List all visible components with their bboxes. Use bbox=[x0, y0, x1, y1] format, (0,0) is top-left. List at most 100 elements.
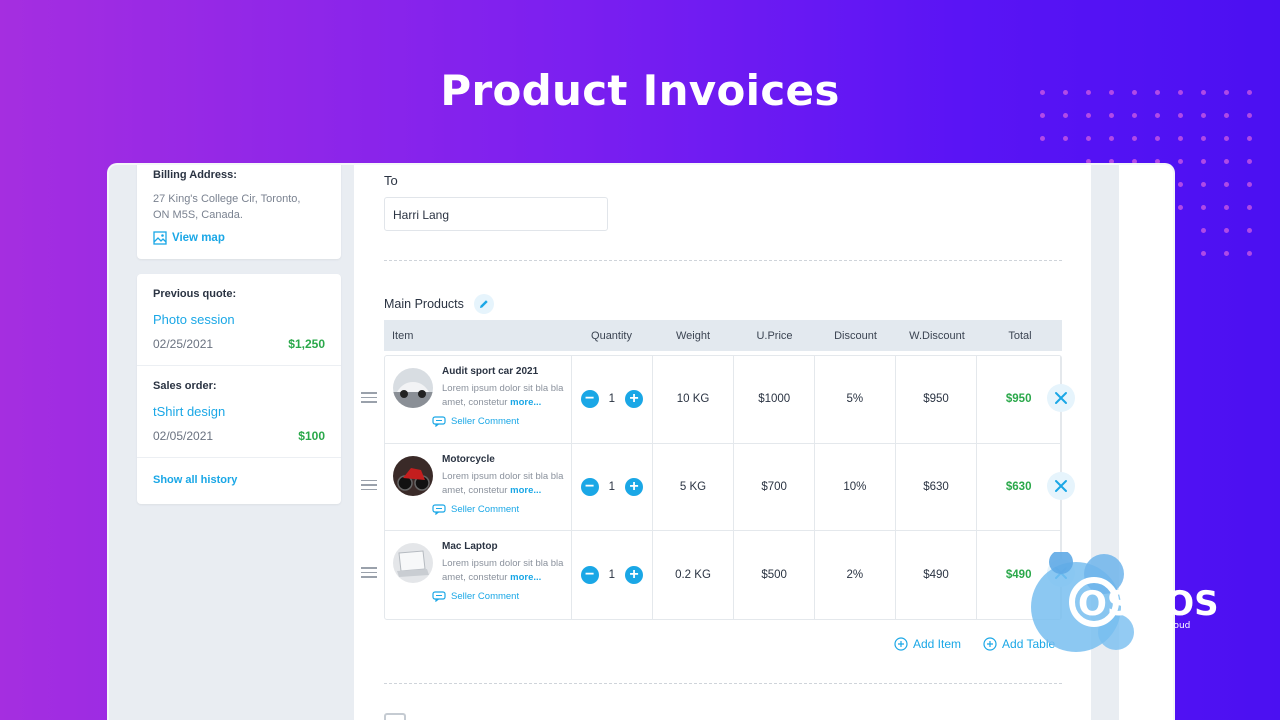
col-w-discount: W.Discount bbox=[909, 329, 965, 342]
col-discount: Discount bbox=[834, 329, 877, 342]
product-description: Lorem ipsum dolor sit bla bla amet, cons… bbox=[442, 470, 564, 496]
comment-icon bbox=[432, 416, 446, 427]
drag-handle-icon[interactable] bbox=[361, 392, 377, 406]
add-item-button[interactable]: Add Item bbox=[894, 637, 961, 651]
decorative-dot bbox=[1224, 251, 1229, 256]
previous-quote-section: Previous quote: Photo session 02/25/2021… bbox=[137, 274, 341, 366]
quantity-stepper: − 1 + bbox=[572, 531, 653, 619]
decrease-quantity-button[interactable]: − bbox=[580, 390, 599, 409]
decorative-dot bbox=[1178, 182, 1183, 187]
item-cell: Mac Laptop Lorem ipsum dolor sit bla bla… bbox=[385, 531, 572, 619]
view-map-label: View map bbox=[172, 232, 225, 244]
w-discount-cell: $490 bbox=[896, 531, 978, 619]
increase-quantity-button[interactable]: + bbox=[625, 477, 644, 496]
item-cell: Audit sport car 2021 Lorem ipsum dolor s… bbox=[385, 356, 572, 443]
to-label: To bbox=[384, 173, 398, 188]
item-cell: Motorcycle Lorem ipsum dolor sit bla bla… bbox=[385, 443, 572, 531]
products-table-header: Item Quantity Weight U.Price Discount W.… bbox=[384, 320, 1062, 351]
close-icon bbox=[1055, 392, 1067, 404]
decrease-quantity-button[interactable]: − bbox=[580, 565, 599, 584]
product-name: Mac Laptop bbox=[442, 541, 498, 553]
main-products-title: Main Products bbox=[384, 297, 464, 311]
to-input[interactable]: Harri Lang bbox=[384, 197, 608, 231]
sales-order-amount: $100 bbox=[298, 429, 325, 443]
increase-quantity-button[interactable]: + bbox=[625, 390, 644, 409]
quantity-value[interactable]: 1 bbox=[609, 569, 615, 581]
product-image-motorcycle bbox=[393, 455, 433, 496]
quantity-stepper: − 1 + bbox=[572, 443, 653, 531]
discount-cell: 2% bbox=[815, 531, 896, 619]
decorative-dot bbox=[1224, 159, 1229, 164]
product-name: Audit sport car 2021 bbox=[442, 366, 539, 377]
table-row: Motorcycle Lorem ipsum dolor sit bla bla… bbox=[361, 443, 1075, 532]
decorative-dot bbox=[1178, 205, 1183, 210]
quantity-stepper: − 1 + bbox=[572, 356, 653, 443]
seller-comment-link[interactable]: Seller Comment bbox=[432, 416, 564, 427]
sales-order-label: Sales order: bbox=[153, 380, 217, 392]
edit-products-button[interactable] bbox=[473, 294, 494, 314]
decorative-dot bbox=[1178, 113, 1183, 118]
drag-handle-icon[interactable] bbox=[361, 479, 377, 494]
discount-cell: 10% bbox=[815, 443, 896, 531]
decorative-dot bbox=[1063, 113, 1068, 118]
decorative-dot bbox=[1063, 90, 1068, 95]
weight-cell: 5 KG bbox=[653, 443, 735, 531]
quantity-value[interactable]: 1 bbox=[609, 393, 615, 405]
decorative-dot bbox=[1063, 136, 1068, 141]
remove-row-button[interactable] bbox=[1047, 471, 1075, 500]
decorative-dot bbox=[1201, 205, 1206, 210]
divider bbox=[384, 260, 1062, 261]
decorative-dot bbox=[1201, 136, 1206, 141]
seller-comment-label: Seller Comment bbox=[451, 416, 520, 427]
decorative-dot bbox=[1247, 113, 1252, 118]
show-all-history-link[interactable]: Show all history bbox=[137, 458, 341, 502]
add-item-label: Add Item bbox=[913, 637, 962, 651]
previous-quote-link[interactable]: Photo session bbox=[153, 312, 325, 327]
decorative-dot bbox=[1224, 205, 1229, 210]
close-icon bbox=[1055, 479, 1067, 492]
table-row: Mac Laptop Lorem ipsum dolor sit bla bla… bbox=[361, 531, 1075, 619]
unit-price-cell: $700 bbox=[734, 443, 816, 531]
address-line-1: 27 King's College Cir, Toronto, bbox=[153, 193, 301, 205]
history-card: Previous quote: Photo session 02/25/2021… bbox=[137, 274, 341, 504]
decorative-dot bbox=[1224, 113, 1229, 118]
previous-quote-amount: $1,250 bbox=[288, 337, 325, 351]
billing-card: Billing Address: 27 King's College Cir, … bbox=[137, 165, 341, 259]
sales-order-date: 02/05/2021 bbox=[153, 429, 214, 443]
decorative-dot bbox=[1201, 251, 1206, 256]
more-link[interactable]: more... bbox=[510, 485, 541, 496]
increase-quantity-button[interactable]: + bbox=[625, 565, 644, 584]
quantity-value[interactable]: 1 bbox=[609, 481, 615, 493]
more-link[interactable]: more... bbox=[510, 397, 541, 408]
address-line-2: ON M5S, Canada. bbox=[153, 209, 243, 221]
decorative-dot bbox=[1109, 113, 1114, 118]
discount-cell: 5% bbox=[815, 356, 896, 443]
remove-row-button[interactable] bbox=[1047, 384, 1075, 412]
seller-comment-link[interactable]: Seller Comment bbox=[432, 504, 564, 515]
logo-subtext: cloud bbox=[1166, 621, 1190, 631]
decorative-dot bbox=[1040, 113, 1045, 118]
comment-icon bbox=[432, 591, 446, 603]
product-name: Motorcycle bbox=[442, 453, 495, 465]
table-row: Audit sport car 2021 Lorem ipsum dolor s… bbox=[361, 356, 1075, 444]
decorative-dot bbox=[1201, 228, 1206, 233]
sales-order-section: Sales order: tShirt design 02/05/2021 $1… bbox=[137, 366, 341, 458]
col-weight: Weight bbox=[675, 329, 711, 342]
w-discount-cell: $950 bbox=[896, 356, 978, 443]
seller-comment-link[interactable]: Seller Comment bbox=[432, 591, 564, 603]
view-map-link[interactable]: View map bbox=[153, 231, 325, 245]
unit-price-cell: $1000 bbox=[734, 356, 816, 443]
decorative-dot bbox=[1109, 90, 1114, 95]
decorative-dot bbox=[1040, 90, 1045, 95]
decorative-dot bbox=[1040, 136, 1045, 141]
w-discount-cell: $630 bbox=[896, 443, 978, 531]
decorative-dot bbox=[1201, 113, 1206, 118]
sales-order-link[interactable]: tShirt design bbox=[153, 404, 325, 419]
decorative-dot bbox=[1201, 159, 1206, 164]
seller-comment-label: Seller Comment bbox=[451, 591, 520, 603]
decrease-quantity-button[interactable]: − bbox=[580, 477, 599, 496]
decorative-dot bbox=[1132, 113, 1137, 118]
more-link[interactable]: more... bbox=[510, 572, 541, 583]
drag-handle-icon[interactable] bbox=[361, 567, 377, 581]
plus-circle-icon bbox=[983, 637, 997, 651]
